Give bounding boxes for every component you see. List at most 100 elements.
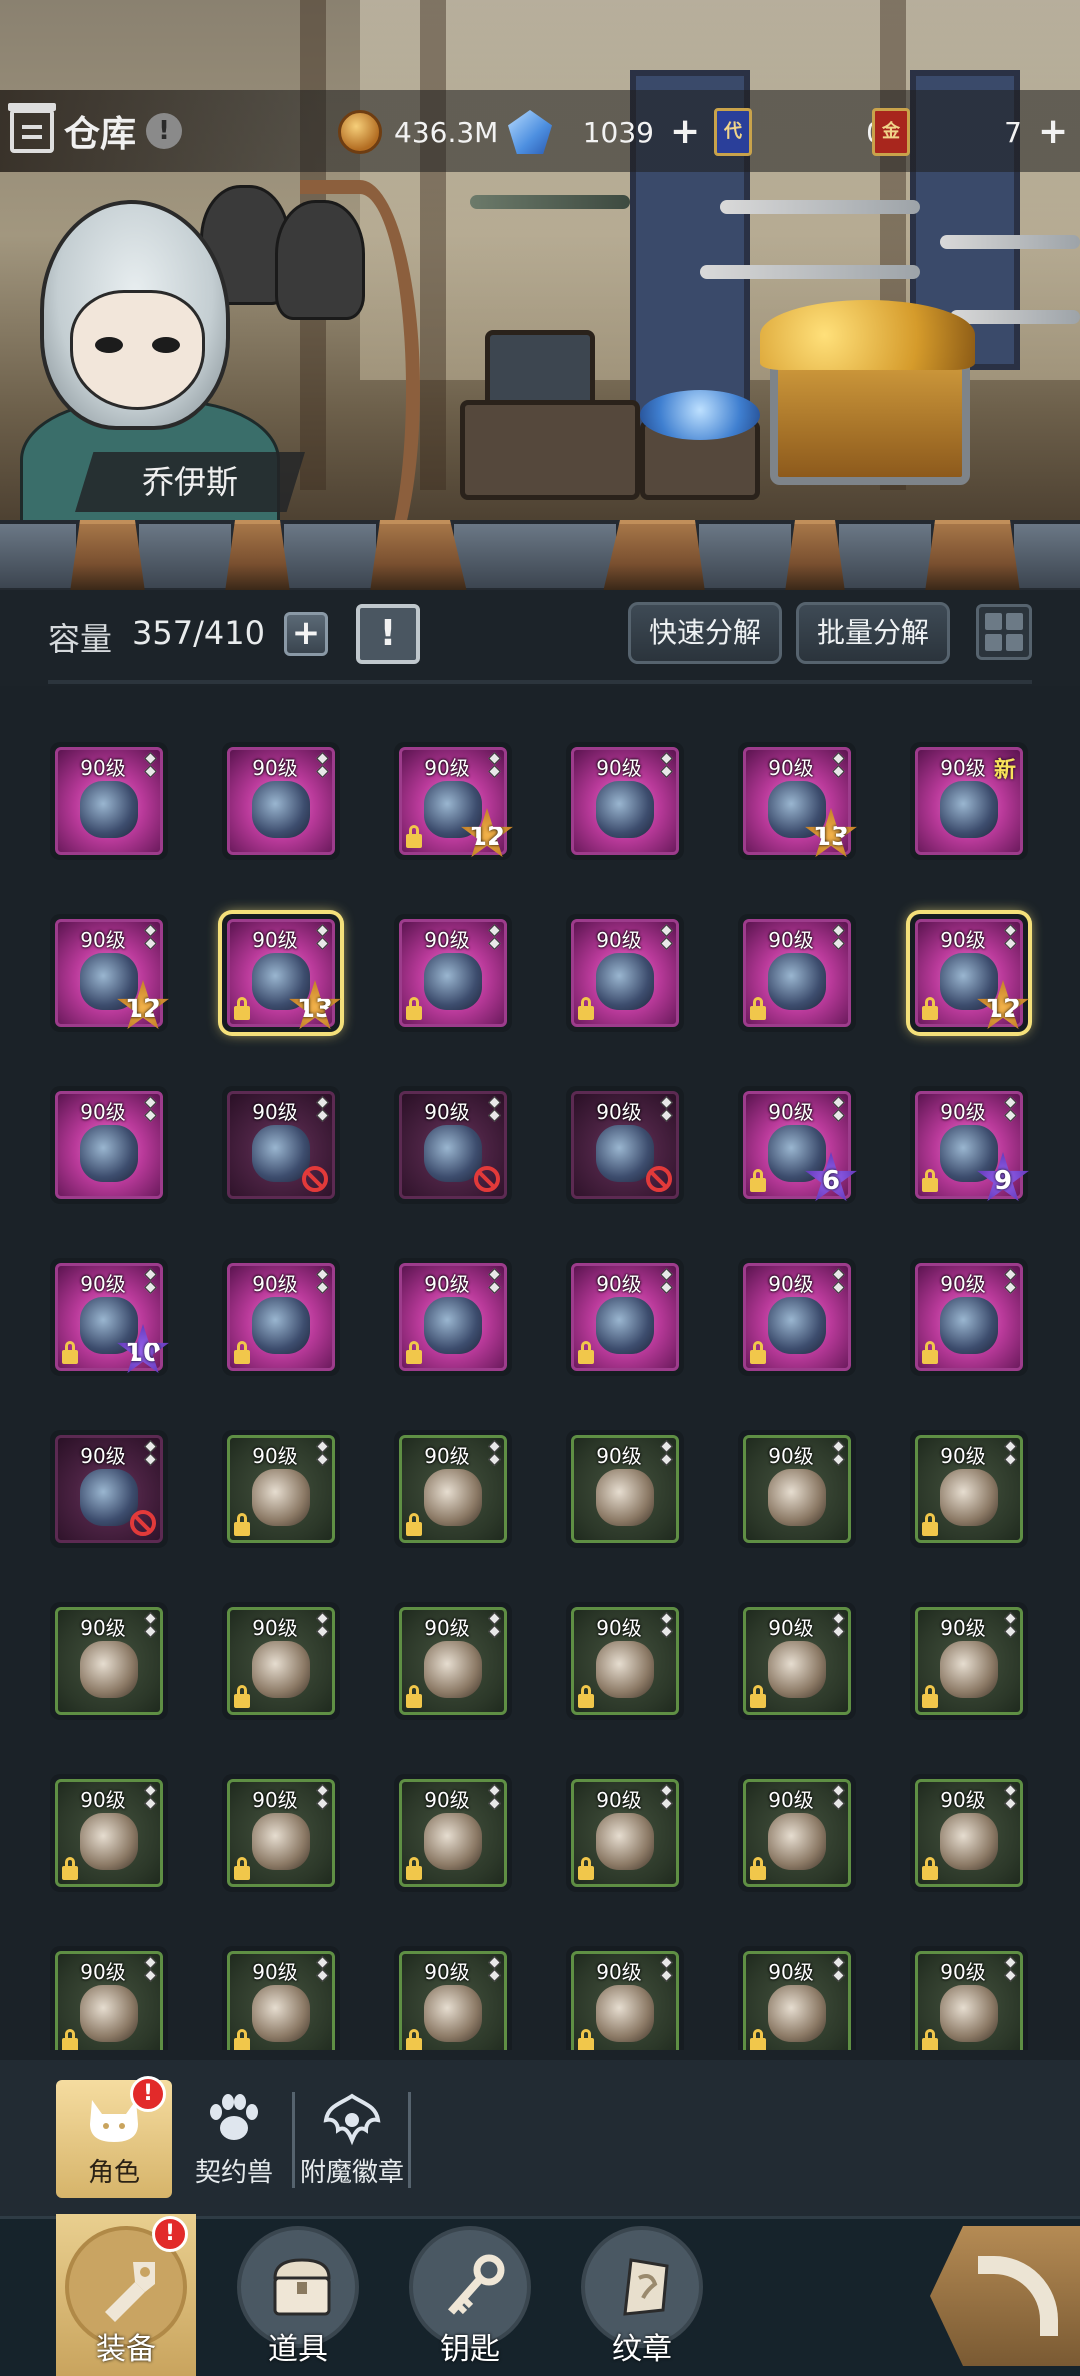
inventory-item[interactable]: 90级 10 <box>50 1258 169 1376</box>
inventory-item[interactable]: 90级 <box>394 1774 512 1892</box>
inventory-item[interactable]: 90级 <box>50 1602 168 1720</box>
inventory-item[interactable]: 90级 <box>910 1258 1028 1376</box>
nav-keys[interactable]: 钥匙 <box>400 2214 540 2376</box>
inventory-item[interactable]: 90级 <box>394 1086 512 1204</box>
equipment-art-icon <box>940 1640 998 1698</box>
inventory-item[interactable]: 90级 <box>394 1602 512 1720</box>
item-frame: 90级 <box>227 1091 335 1199</box>
inventory-item[interactable]: 90级新 <box>910 742 1028 860</box>
item-level: 90级 <box>80 928 126 952</box>
inventory-item[interactable]: 90级 13 <box>738 742 857 860</box>
inventory-item[interactable]: 90级 <box>566 1602 684 1720</box>
inventory-item[interactable]: 90级 <box>910 1774 1028 1892</box>
inventory-item[interactable]: 90级 <box>566 742 684 860</box>
item-level: 90级 <box>940 1444 986 1468</box>
inventory-item[interactable]: 90级 <box>566 1430 684 1548</box>
inventory-item[interactable]: 90级 <box>222 1430 340 1548</box>
page-title: 仓库 <box>64 114 137 155</box>
inventory-item[interactable]: 90级 <box>566 1086 684 1204</box>
inventory-item[interactable]: 90级 <box>738 1602 856 1720</box>
inventory-item[interactable]: 90级 <box>738 1946 856 2050</box>
equipment-art-icon <box>940 1468 998 1526</box>
expand-capacity-button[interactable]: + <box>284 612 328 656</box>
item-level: 90级 <box>596 1616 642 1640</box>
inventory-item[interactable]: 90级 <box>566 914 684 1032</box>
inventory-item[interactable]: 90级 <box>50 1430 168 1548</box>
quick-decompose-button[interactable]: 快速分解 <box>628 602 783 664</box>
inventory-item[interactable]: 90级 <box>222 1258 340 1376</box>
inventory-item[interactable]: 90级 <box>738 1774 856 1892</box>
crossbow-decoration <box>470 195 630 209</box>
inventory-item[interactable]: 90级 <box>394 914 512 1032</box>
info-icon[interactable]: ! <box>146 113 183 149</box>
gold-resource: 436.3M <box>338 106 498 158</box>
inventory-item[interactable]: 90级 <box>910 1430 1028 1548</box>
inventory-item[interactable]: 90级 12 <box>394 742 513 860</box>
inventory-item[interactable]: 90级 <box>50 1774 168 1892</box>
prohibited-icon <box>474 1166 500 1192</box>
inventory-item[interactable]: 90级 <box>566 1258 684 1376</box>
item-level: 90级 <box>424 1960 470 1984</box>
inventory-item[interactable]: 90级 9 <box>910 1086 1029 1204</box>
socket-diamond-icon <box>1004 1440 1017 1468</box>
inventory-item[interactable]: 90级 <box>222 1602 340 1720</box>
spear-decoration <box>940 235 1080 249</box>
inventory-item[interactable]: 90级 <box>222 1774 340 1892</box>
inventory-item[interactable]: 90级 <box>738 1258 856 1376</box>
equipment-art-icon <box>80 1812 138 1870</box>
inventory-item[interactable]: 90级 <box>566 1946 684 2050</box>
grid-view-icon[interactable] <box>976 604 1032 660</box>
socket-diamond-icon <box>1004 924 1017 952</box>
inventory-item[interactable]: 90级 <box>222 1946 340 2050</box>
inventory-item[interactable]: 90级 <box>222 1086 340 1204</box>
shelf-clamp <box>695 520 795 592</box>
socket-diamond-icon <box>1004 1096 1017 1124</box>
character-portrait[interactable] <box>70 290 205 410</box>
character-name[interactable]: 乔伊斯 <box>75 452 305 512</box>
item-level: 90级 <box>80 1616 126 1640</box>
inventory-item[interactable]: 90级 6 <box>738 1086 857 1204</box>
inventory-item[interactable]: 90级 <box>394 1430 512 1548</box>
add-red-card-button[interactable]: + <box>1038 114 1068 150</box>
tab-enchant-emblem[interactable]: 附魔徽章 <box>296 2080 408 2198</box>
equipment-art-icon <box>596 1984 654 2042</box>
item-frame: 90级 <box>399 1779 507 1887</box>
nav-crest[interactable]: 纹章 <box>572 2214 712 2376</box>
inventory-item[interactable]: 90级 <box>566 1774 684 1892</box>
character-tab-badge: ! <box>130 2076 166 2112</box>
inventory-item[interactable]: 90级 <box>394 1946 512 2050</box>
lock-icon <box>234 1857 250 1880</box>
inventory-item[interactable]: 90级 <box>738 914 856 1032</box>
item-frame: 90级 <box>571 1951 679 2050</box>
item-frame: 90级 <box>227 747 335 855</box>
calendar-notice-icon[interactable]: ! <box>356 604 420 664</box>
item-level: 90级 <box>596 1272 642 1296</box>
crystal-icon <box>508 110 552 154</box>
item-level: 90级 <box>596 756 642 780</box>
inventory-item[interactable]: 90级 13 <box>222 914 341 1032</box>
divider <box>48 680 1032 684</box>
inventory-item[interactable]: 90级 12 <box>50 914 169 1032</box>
inventory-item[interactable]: 90级 <box>738 1430 856 1548</box>
inventory-item[interactable]: 90级 <box>394 1258 512 1376</box>
inventory-item[interactable]: 90级 <box>50 1086 168 1204</box>
inventory-item[interactable]: 90级 <box>50 1946 168 2050</box>
batch-decompose-button[interactable]: 批量分解 <box>796 602 951 664</box>
inventory-item[interactable]: 90级 <box>910 1946 1028 2050</box>
lock-icon <box>406 997 422 1020</box>
lock-icon <box>62 1341 78 1364</box>
inventory-item[interactable]: 90级 <box>222 742 340 860</box>
gem-pile-decoration <box>640 390 760 440</box>
shelf-clamp <box>835 520 935 592</box>
add-crystal-button[interactable]: + <box>670 114 700 150</box>
equipment-art-icon <box>252 1984 310 2042</box>
equipment-art-icon <box>424 1984 482 2042</box>
inventory-item[interactable]: 90级 <box>50 742 168 860</box>
socket-diamond-icon <box>660 1268 673 1296</box>
nav-items[interactable]: 道具 <box>228 2214 368 2376</box>
inventory-item[interactable]: 90级 12 <box>910 914 1029 1032</box>
equipment-art-icon <box>768 1812 826 1870</box>
shelf-clamp <box>0 520 80 592</box>
inventory-item[interactable]: 90级 <box>910 1602 1028 1720</box>
tab-contract-beast[interactable]: 契约兽 <box>176 2080 292 2198</box>
